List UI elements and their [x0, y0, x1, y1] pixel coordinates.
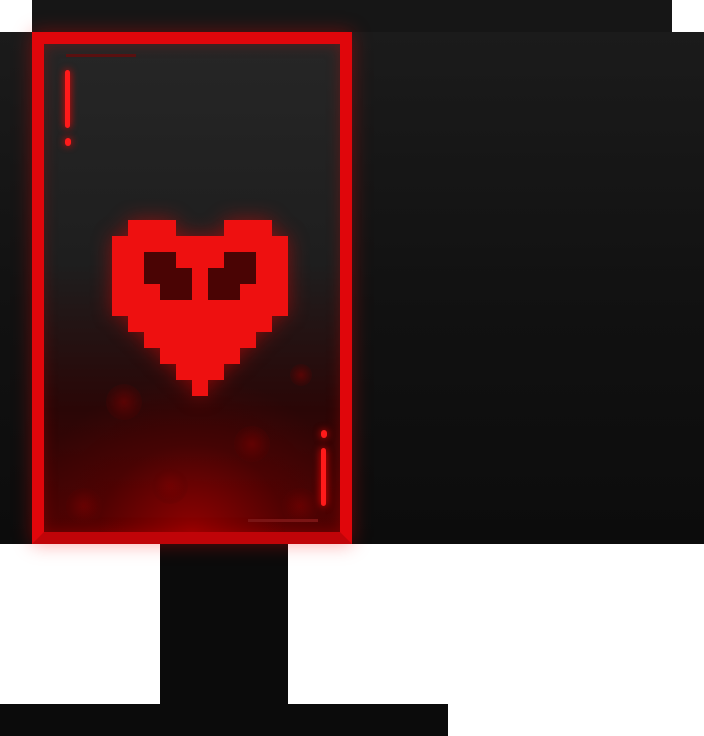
bang-bar	[321, 448, 326, 506]
card-top-accent-line	[66, 54, 136, 57]
pixel-heart-icon	[112, 220, 288, 396]
bang-dot	[320, 430, 327, 438]
game-scene	[0, 0, 704, 736]
background-top-strip	[32, 0, 672, 32]
bang-dot	[64, 138, 71, 146]
bokeh-light	[290, 364, 312, 386]
bang-bar	[65, 70, 70, 128]
bokeh-light	[234, 426, 270, 462]
card-bottom-accent-line	[248, 519, 318, 522]
background-stem	[160, 544, 288, 704]
bokeh-light	[66, 488, 102, 524]
background-base	[0, 704, 448, 736]
playing-card[interactable]	[32, 32, 352, 544]
bokeh-light	[152, 468, 188, 504]
